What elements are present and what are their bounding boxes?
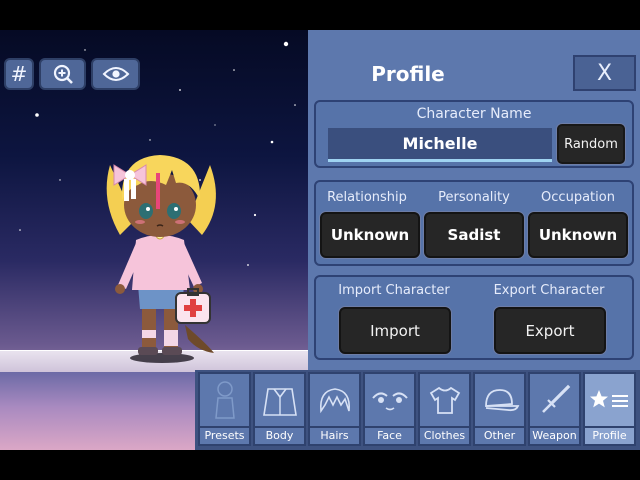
traits-section: Relationship Unknown Personality Sadist … bbox=[314, 180, 634, 266]
tab-clothes-label: Clothes bbox=[418, 428, 471, 446]
tab-face-label: Face bbox=[363, 428, 416, 446]
personality-button[interactable]: Sadist bbox=[424, 212, 524, 258]
hair-icon bbox=[319, 388, 350, 414]
shirt-icon bbox=[429, 386, 460, 414]
person-silhouette-icon bbox=[214, 381, 235, 419]
tab-profile[interactable] bbox=[583, 372, 636, 428]
zoom-in-icon bbox=[53, 64, 73, 84]
tab-hairs-label: Hairs bbox=[308, 428, 361, 446]
personality-label: Personality bbox=[438, 190, 510, 205]
character-name-section: Character Name Michelle Random bbox=[314, 100, 634, 168]
tab-weapon[interactable] bbox=[528, 372, 581, 428]
tab-face[interactable] bbox=[363, 372, 416, 428]
tab-other[interactable] bbox=[473, 372, 526, 428]
letterbox-top bbox=[0, 0, 640, 30]
character-name-label: Character Name bbox=[416, 106, 532, 122]
letterbox-bottom bbox=[0, 450, 640, 480]
star-list-icon bbox=[589, 390, 628, 408]
tab-body[interactable] bbox=[253, 372, 306, 428]
occupation-button[interactable]: Unknown bbox=[528, 212, 628, 258]
zoom-button[interactable] bbox=[39, 58, 86, 90]
export-button[interactable]: Export bbox=[494, 307, 606, 354]
face-icon bbox=[371, 392, 408, 411]
relationship-label: Relationship bbox=[327, 190, 407, 205]
cap-icon bbox=[484, 389, 519, 412]
tab-weapon-label: Weapon bbox=[528, 428, 581, 446]
import-button[interactable]: Import bbox=[339, 307, 451, 354]
profile-panel: Profile X Character Name Michelle Random… bbox=[308, 30, 640, 370]
visibility-button[interactable] bbox=[91, 58, 140, 90]
tab-other-label: Other bbox=[473, 428, 526, 446]
character-michelle[interactable] bbox=[80, 125, 240, 365]
category-tab-bar: Presets Body Hairs Face Clothes Other We… bbox=[195, 370, 640, 450]
eye-icon bbox=[102, 67, 129, 81]
grid-button[interactable]: # bbox=[4, 58, 34, 90]
tab-profile-label: Profile bbox=[583, 428, 636, 446]
import-character-label: Import Character bbox=[338, 283, 450, 298]
tab-presets-label: Presets bbox=[198, 428, 251, 446]
relationship-button[interactable]: Unknown bbox=[320, 212, 420, 258]
random-name-button[interactable]: Random bbox=[557, 124, 625, 164]
tab-hairs[interactable] bbox=[308, 372, 361, 428]
tab-presets[interactable] bbox=[198, 372, 251, 428]
close-button[interactable]: X bbox=[573, 55, 636, 91]
sword-icon bbox=[541, 384, 570, 413]
occupation-label: Occupation bbox=[541, 190, 615, 205]
panel-title: Profile bbox=[371, 62, 445, 86]
export-character-label: Export Character bbox=[493, 283, 605, 298]
grid-label: # bbox=[10, 62, 28, 86]
import-export-section: Import Character Import Export Character… bbox=[314, 275, 634, 360]
tab-body-label: Body bbox=[253, 428, 306, 446]
character-name-input[interactable]: Michelle bbox=[328, 128, 552, 162]
body-icon bbox=[262, 388, 297, 416]
tab-clothes[interactable] bbox=[418, 372, 471, 428]
